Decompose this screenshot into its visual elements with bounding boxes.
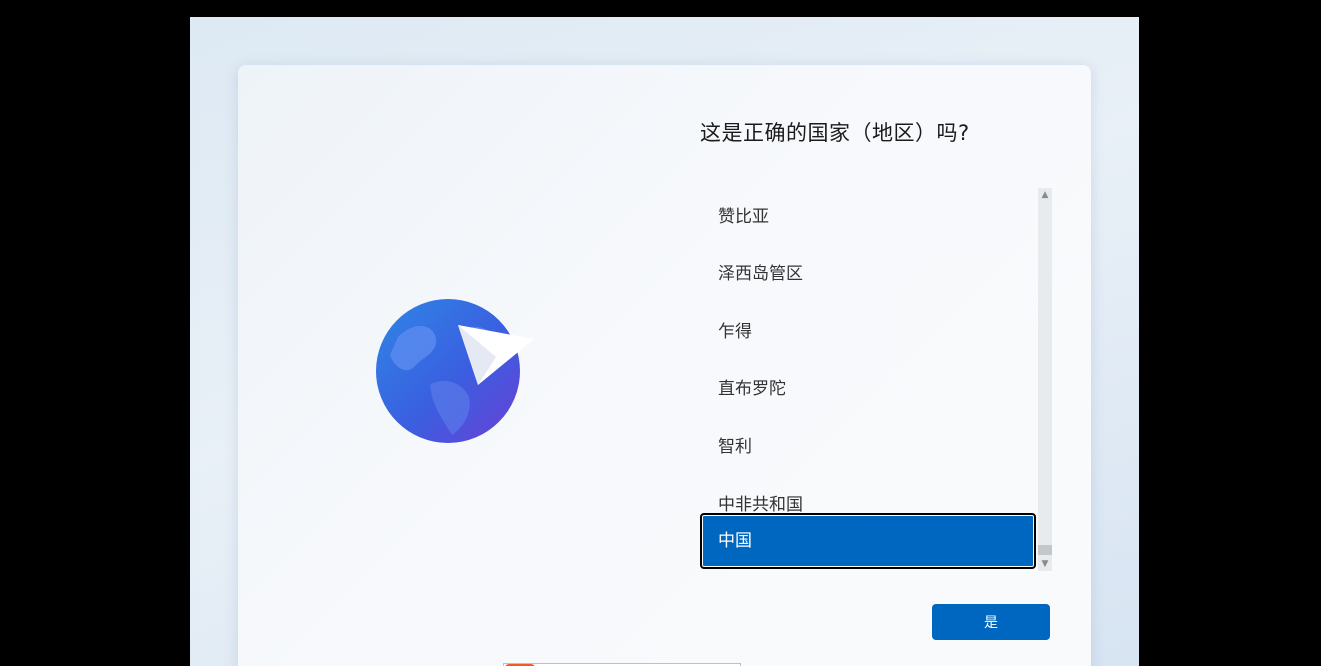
scroll-down-icon[interactable]: ▼ <box>1038 557 1052 571</box>
setup-screen: 这是正确的国家（地区）吗? 赞比亚 泽西岛管区 乍得 直布罗陀 智利 中非共和国… <box>190 17 1139 666</box>
scroll-thumb[interactable] <box>1038 545 1052 555</box>
country-list[interactable]: 赞比亚 泽西岛管区 乍得 直布罗陀 智利 中非共和国 中国 <box>700 187 1038 573</box>
list-scrollbar[interactable]: ▲ ▼ <box>1038 188 1052 571</box>
country-item-gibraltar[interactable]: 直布罗陀 <box>700 361 1036 417</box>
country-item-zambia[interactable]: 赞比亚 <box>700 189 1036 245</box>
country-item-jersey[interactable]: 泽西岛管区 <box>700 246 1036 302</box>
country-item-china[interactable]: 中国 <box>700 513 1036 569</box>
yes-button[interactable]: 是 <box>932 604 1050 640</box>
scroll-up-icon[interactable]: ▲ <box>1038 188 1052 202</box>
country-item-chile[interactable]: 智利 <box>700 419 1036 475</box>
globe-illustration <box>376 297 536 447</box>
country-item-chad[interactable]: 乍得 <box>700 304 1036 360</box>
oobe-card: 这是正确的国家（地区）吗? 赞比亚 泽西岛管区 乍得 直布罗陀 智利 中非共和国… <box>238 65 1091 666</box>
globe-paper-plane-icon <box>376 299 534 443</box>
page-title: 这是正确的国家（地区）吗? <box>700 121 970 145</box>
